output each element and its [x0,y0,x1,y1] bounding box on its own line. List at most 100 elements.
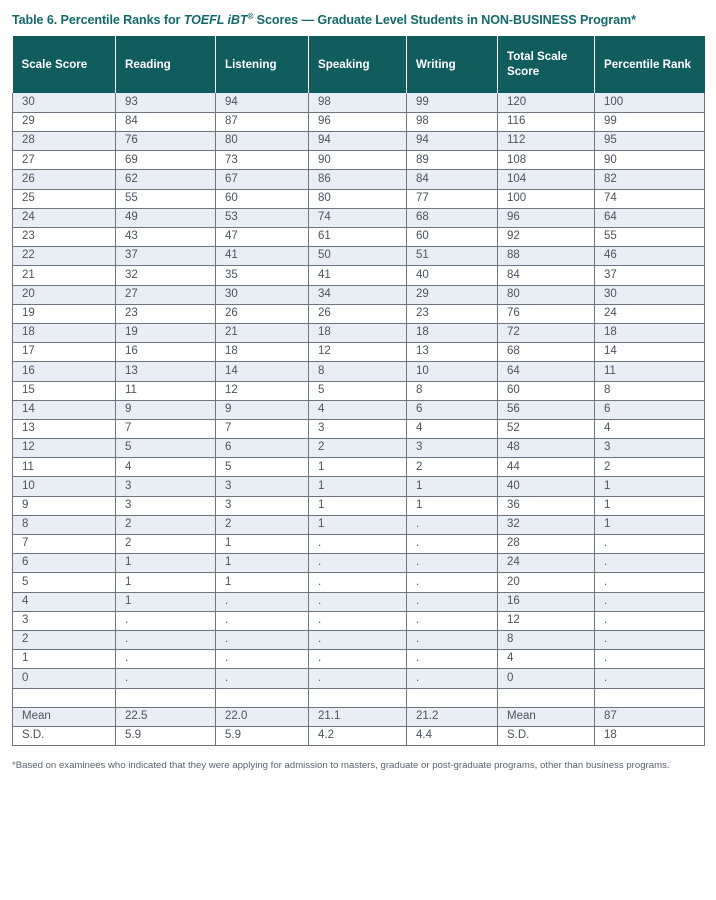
table-cell: 1 [215,534,309,555]
table-cell: 9 [12,496,116,516]
table-cell: 24 [594,304,705,324]
table-cell: 1 [308,457,407,478]
table-cell: 32 [115,265,216,286]
table-cell: 47 [215,227,309,248]
table-cell: 9 [115,400,216,420]
table-cell: . [406,553,498,574]
table-cell: 3 [594,438,705,459]
table-cell: 100 [594,93,705,113]
table-row: 18 19 21 18 18 72 18 [12,323,705,344]
table-cell: 28 [497,534,595,555]
table-cell: 7 [115,419,216,440]
table-row: 17 16 18 12 13 68 14 [12,342,705,363]
table-cell: 80 [308,189,407,209]
table-cell: . [308,630,407,651]
table-cell: 8 [406,381,498,401]
table-cell: 4 [406,419,498,440]
table-cell: 18 [594,323,705,344]
table-cell: . [594,630,705,651]
table-cell: 64 [594,208,705,229]
table-cell [215,688,309,708]
table-cell: 34 [308,285,407,305]
table-row: 6 1 1.. 24. [12,553,705,574]
table-cell: 10 [12,476,116,497]
column-header-total-scale-score: Total Scale Score [497,36,595,94]
table-row: 26 62 67 86 84 104 82 [12,169,705,190]
table-cell: . [215,668,309,689]
table-cell: 90 [308,150,407,171]
table-cell: 95 [594,131,705,152]
table-cell: 2 [115,515,216,536]
table-cell: 22.0 [215,707,309,727]
table-cell: 86 [308,169,407,190]
table-cell: 26 [308,304,407,324]
table-cell: 76 [115,131,216,152]
table-cell: 64 [497,361,595,382]
table-cell: . [115,668,216,689]
table-cell: 19 [12,304,116,324]
table-cell: 94 [406,131,498,152]
table-cell: 55 [594,227,705,248]
table-cell: . [215,630,309,651]
page-title: Table 6. Percentile Ranks for TOEFL iBT®… [12,0,704,36]
table-cell: 16 [12,361,116,382]
title-prefix: Table 6. Percentile Ranks for [12,13,184,28]
table-header: Scale Score Reading Listening Speaking W… [12,36,705,94]
table-cell: 18 [406,323,498,344]
table-cell: 100 [497,189,595,209]
table-row: 3.... 12. [12,611,705,631]
table-row: 29 84 87 96 98 116 99 [12,112,705,133]
table-cell: 8 [308,361,407,382]
table-cell: 1 [115,592,216,612]
table-cell: 55 [115,189,216,209]
table-cell: 3 [115,476,216,497]
table-row: 9 3 3 1 1 36 1 [12,496,705,516]
table-cell: . [594,534,705,555]
table-cell: 96 [308,112,407,133]
table-cell: 14 [12,400,116,420]
table-cell [497,688,595,708]
table-cell: 18 [594,726,705,746]
table-cell: 68 [497,342,595,363]
table-cell: 80 [497,285,595,305]
table-cell: 1 [406,476,498,497]
column-header-percentile-rank: Percentile Rank [594,36,705,94]
table-cell: 52 [497,419,595,440]
table-cell: 17 [12,342,116,363]
table-cell: 21 [215,323,309,344]
table-cell: 3 [215,476,309,497]
table-cell: 25 [12,189,116,209]
table-cell: 18 [215,342,309,363]
table-row: 22 37 41 50 51 88 46 [12,246,705,267]
table-cell: . [308,553,407,574]
table-cell: 53 [215,208,309,229]
table-cell: 28 [12,131,116,152]
table-cell: 84 [497,265,595,286]
table-cell [406,688,498,708]
table-cell: 74 [594,189,705,209]
table-cell: 4 [594,419,705,440]
table-cell: 94 [215,93,309,113]
table-cell: 27 [115,285,216,305]
table-cell: . [594,649,705,670]
table-cell: 13 [406,342,498,363]
table-row: 2....8. [12,630,705,651]
table-cell: 96 [497,208,595,229]
table-cell: 82 [594,169,705,190]
table-row: 13 7 7 3 4 52 4 [12,419,705,440]
table-cell: 8 [594,381,705,401]
table-cell: 0 [497,668,595,689]
table-cell: 40 [406,265,498,286]
table-row: 19 23 26 26 23 76 24 [12,304,705,324]
table-cell: 7 [215,419,309,440]
table-summary-row: S.D. 5.9 5.9 4.2 4.4 S.D. 18 [12,726,705,746]
table-cell: 72 [497,323,595,344]
table-cell: 16 [497,592,595,612]
table-row: 0....0. [12,668,705,689]
table-cell: 35 [215,265,309,286]
table-cell: 23 [406,304,498,324]
table-cell: 60 [406,227,498,248]
table-cell: 21.2 [406,707,498,727]
table-row: 7 2 1.. 28. [12,534,705,555]
table-cell: 5.9 [115,726,216,746]
